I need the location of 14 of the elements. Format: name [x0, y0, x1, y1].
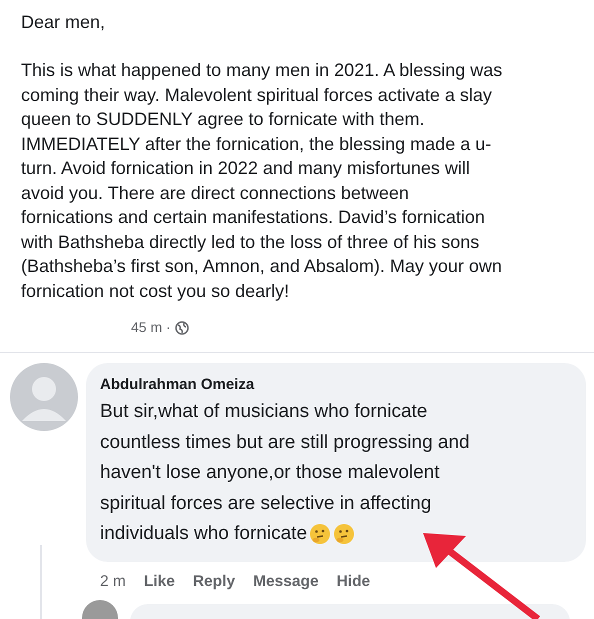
greeting: Dear men, [21, 11, 106, 34]
comment-action-link[interactable]: Reply [192, 570, 236, 593]
comment-text: individuals who fornicate [100, 522, 308, 546]
post-text: This is what happened to many men in 2021. A blessing was coming their way. Malevolent spiritual forces activate a slay queen to SUDDENLY agree to fornicate with them. IMMEDIATELY after the fornication, the blessing made a u- turn. Avoid fornication in 2022 and many misfortunes will avoid you. There are direct connections between fornications and certain manifestations. David’s fornication with Bathsheba directly led to the loss of three of his sons (Bathsheba’s first son, Amnon, and Absalom). May your own fornication not cost you so dearly! [21, 59, 502, 303]
comment-author[interactable]: Abdulrahman Omeiza [100, 375, 254, 395]
comment-action-link[interactable]: Like [144, 570, 175, 593]
thinking-face-icon [333, 523, 356, 546]
comment-action-link[interactable]: Message [253, 570, 319, 593]
comment-action-link[interactable]: Hide [336, 570, 370, 593]
comment-time: 2 m [100, 572, 126, 592]
thinking-face-icon [309, 523, 332, 546]
globe-icon [174, 320, 189, 334]
avatar[interactable] [10, 363, 78, 431]
post-time: 45 m · [131, 318, 171, 337]
